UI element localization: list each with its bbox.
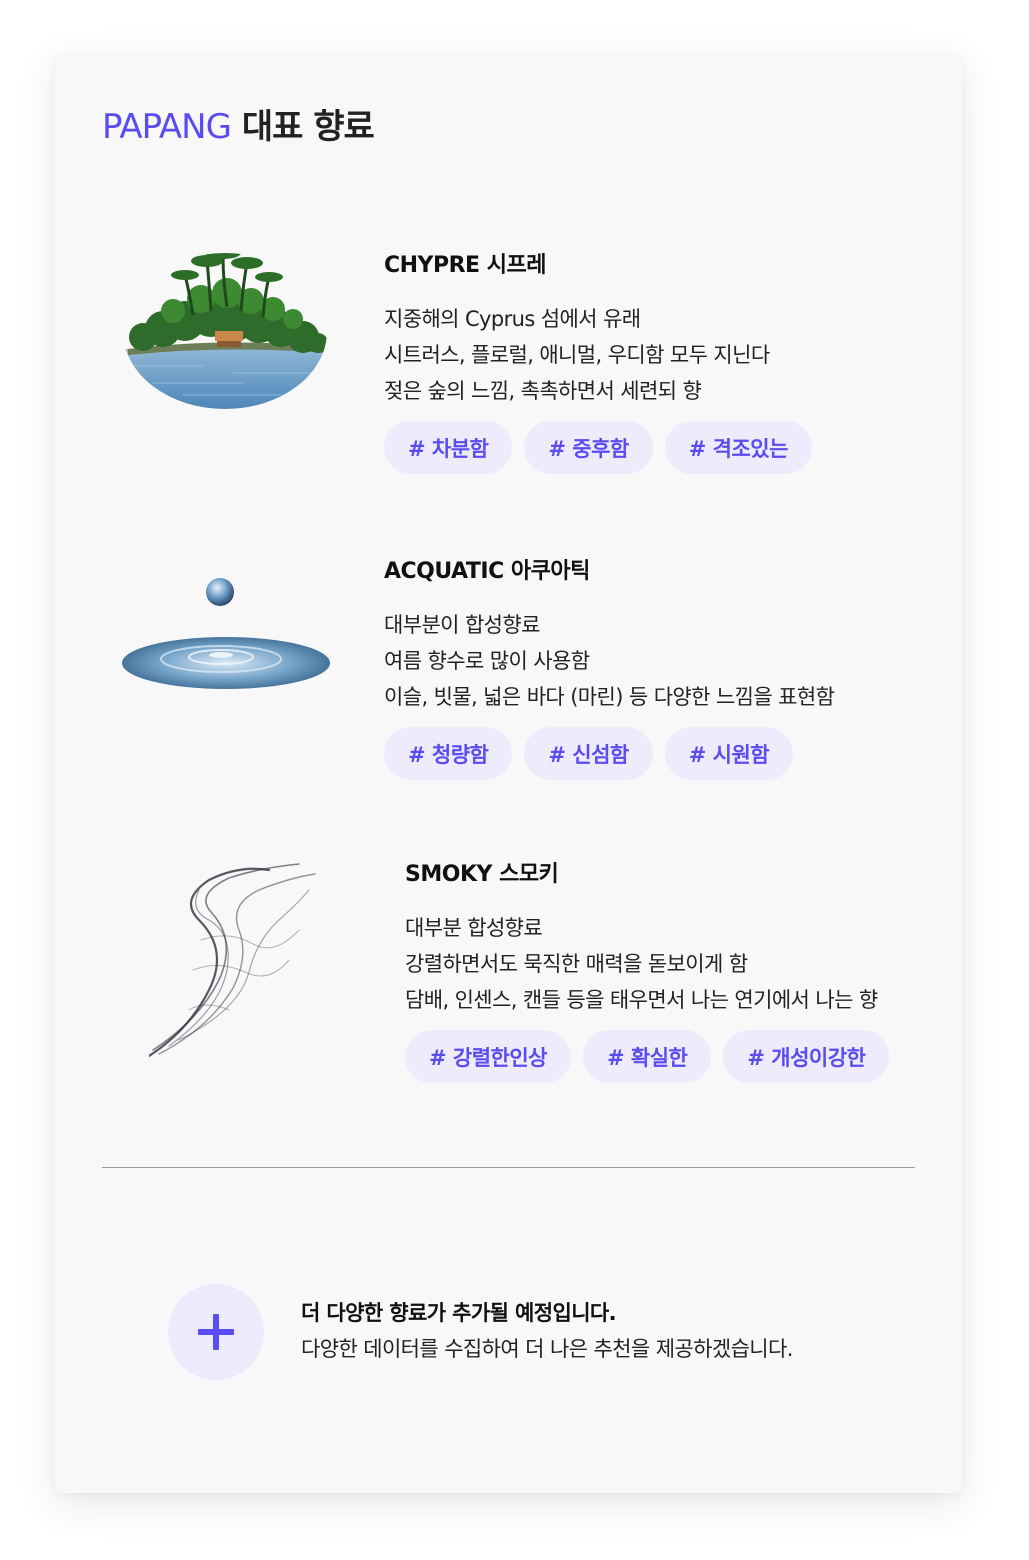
water-drop-image [121, 575, 333, 695]
scent-name: SMOKY 스모키 [405, 862, 559, 887]
section-divider [102, 1167, 915, 1168]
tag-chip[interactable]: # 청량함 [384, 727, 513, 780]
tag-chip[interactable]: # 차분함 [384, 421, 513, 474]
tag-chip[interactable]: # 신섬함 [524, 727, 653, 780]
scent-description: 대부분 합성향료 강렬하면서도 묵직한 매력을 돋보이게 함 담배, 인센스, … [405, 910, 889, 1018]
scent-smoky: SMOKY 스모키 대부분 합성향료 강렬하면서도 묵직한 매력을 돋보이게 함… [405, 856, 890, 1083]
tag-chip[interactable]: # 격조있는 [664, 421, 812, 474]
title-text: 대표 향료 [241, 107, 375, 147]
add-button[interactable] [168, 1284, 264, 1380]
brand-name: PAPANG [102, 107, 232, 147]
tag-list: # 차분함 # 중후함 # 격조있는 [384, 421, 812, 474]
tag-list: # 강렬한인상 # 확실한 # 개성이강한 [405, 1030, 890, 1083]
tag-list: # 청량함 # 신섬함 # 시원함 [384, 727, 834, 780]
desc-line: 이슬, 빗물, 넓은 바다 (마린) 등 다양한 느낌을 표현함 [384, 685, 835, 709]
tag-chip[interactable]: # 개성이강한 [723, 1030, 890, 1083]
desc-line: 대부분 합성향료 [405, 916, 543, 940]
island-image [123, 241, 328, 409]
desc-line: 지중해의 Cyprus 섬에서 유래 [384, 307, 641, 331]
tag-chip[interactable]: # 강렬한인상 [405, 1030, 572, 1083]
scent-name: ACQUATIC 아쿠아틱 [384, 559, 590, 584]
desc-line: 젖은 숲의 느낌, 촉촉하면서 세련되 향 [384, 379, 702, 403]
tag-chip[interactable]: # 중후함 [524, 421, 653, 474]
page-title: PAPANG 대표 향료 [102, 99, 375, 148]
smoke-image [147, 860, 317, 1058]
scent-card: PAPANG 대표 향료 CHYPRE 시프레 지중해의 Cyprus 섬에서 … [55, 55, 962, 1493]
scent-description: 대부분이 합성향료 여름 향수로 많이 사용함 이슬, 빗물, 넓은 바다 (마… [384, 607, 835, 715]
scent-description: 지중해의 Cyprus 섬에서 유래 시트러스, 플로럴, 애니멀, 우디함 모… [384, 301, 812, 409]
desc-line: 대부분이 합성향료 [384, 613, 540, 637]
desc-line: 담배, 인센스, 캔들 등을 태우면서 나는 연기에서 나는 향 [405, 988, 878, 1012]
desc-line: 시트러스, 플로럴, 애니멀, 우디함 모두 지닌다 [384, 343, 770, 367]
tag-chip[interactable]: # 시원함 [664, 727, 794, 780]
scent-name: CHYPRE 시프레 [384, 253, 546, 278]
coming-soon-message: 더 다양한 향료가 추가될 예정입니다. 다양한 데이터를 수집하여 더 나은 … [301, 1295, 793, 1367]
scent-chypre: CHYPRE 시프레 지중해의 Cyprus 섬에서 유래 시트러스, 플로럴,… [384, 247, 812, 474]
tag-chip[interactable]: # 확실한 [583, 1030, 712, 1083]
coming-soon-title: 더 다양한 향료가 추가될 예정입니다. [301, 1301, 617, 1325]
plus-icon [198, 1314, 234, 1350]
coming-soon-subtitle: 다양한 데이터를 수집하여 더 나은 추천을 제공하겠습니다. [301, 1337, 793, 1361]
desc-line: 강렬하면서도 묵직한 매력을 돋보이게 함 [405, 952, 748, 976]
scent-acquatic: ACQUATIC 아쿠아틱 대부분이 합성향료 여름 향수로 많이 사용함 이슬… [384, 553, 835, 780]
desc-line: 여름 향수로 많이 사용함 [384, 649, 590, 673]
